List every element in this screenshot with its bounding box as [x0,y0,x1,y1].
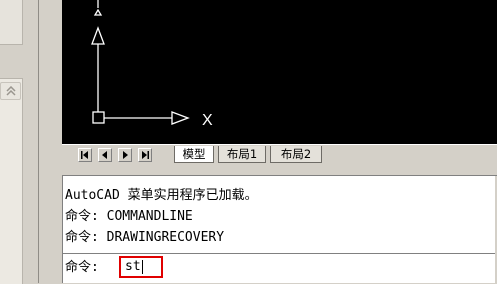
command-input-row[interactable]: 命令: st [63,254,497,283]
tab-layout2[interactable]: 布局2 [270,146,322,163]
tab-layout1[interactable]: 布局1 [218,146,266,163]
command-input[interactable]: st [119,256,163,278]
layout-tab-bar: 模型 布局1 布局2 [62,144,497,164]
panel-divider [38,0,39,283]
drawing-canvas[interactable]: X [62,0,497,144]
tab-label: 布局2 [280,147,312,161]
command-history-line: 命令: COMMANDLINE [65,209,193,224]
double-chevron-up-icon [5,86,16,96]
x-axis-label: X [202,112,213,129]
last-icon [142,151,149,159]
first-tab-button[interactable] [78,148,92,162]
next-tab-button[interactable] [118,148,132,162]
palette-body [0,78,23,284]
prev-icon [102,151,107,159]
text-caret [141,260,143,274]
command-history-line: AutoCAD 菜单实用程序已加载。 [65,188,258,203]
tool-palette [0,0,40,284]
collapse-button[interactable] [0,82,21,100]
prev-tab-button[interactable] [98,148,112,162]
palette-header [0,0,23,45]
tab-label: 模型 [182,147,206,161]
tab-label: 布局1 [226,147,258,161]
ucs-icon: X [91,0,213,129]
first-icon [81,151,88,159]
tab-model[interactable]: 模型 [174,146,214,163]
command-window: AutoCAD 菜单实用程序已加载。 命令: COMMANDLINE 命令: D… [62,176,497,283]
next-icon [123,151,128,159]
command-prompt: 命令: [65,260,99,275]
splitter-bar[interactable] [62,164,497,176]
command-input-text: st [125,259,141,274]
command-history-line: 命令: DRAWINGRECOVERY [65,230,225,245]
last-tab-button[interactable] [138,148,152,162]
